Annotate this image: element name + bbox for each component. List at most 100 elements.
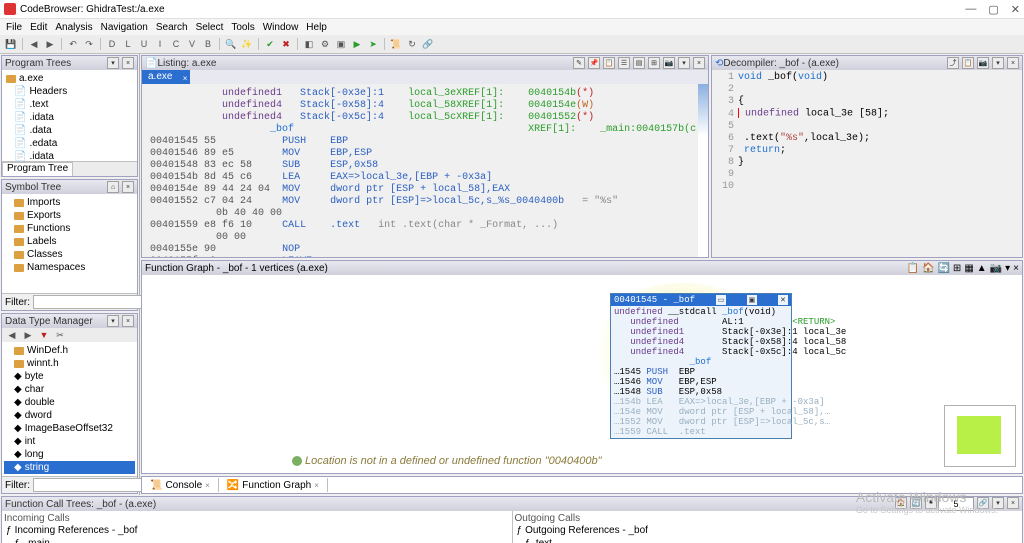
undo-icon[interactable]: ↶ [66,37,80,51]
close-icon[interactable]: × [1013,263,1019,274]
cursor-icon[interactable]: ✎ [573,57,585,69]
program-trees-body[interactable]: a.exe 📄Headers 📄.text 📄.idata 📄.data 📄.e… [2,70,137,161]
fg-refresh-icon[interactable]: 🔄 [937,263,949,274]
close-icon[interactable]: × [1007,497,1019,509]
gear-icon[interactable]: ⚙ [318,37,332,51]
nav-fwd-icon[interactable]: ▶ [43,37,57,51]
split-icon[interactable]: ⊞ [648,57,660,69]
marker-bar[interactable] [698,84,708,257]
check-icon[interactable]: ✔ [263,37,277,51]
dtm-body[interactable]: WinDef.h winnt.h ◆byte ◆char ◆double ◆dw… [2,342,137,476]
tag-b-icon[interactable]: B [201,37,215,51]
listing-file-tab[interactable]: a.exe× [142,70,190,84]
menu-icon[interactable]: ▾ [1005,263,1010,274]
save-icon[interactable]: 💾 [4,37,18,51]
menu-file[interactable]: File [6,22,22,33]
panel-menu-icon[interactable]: ▾ [107,57,119,69]
menu-tools[interactable]: Tools [231,22,254,33]
dec-export-icon[interactable]: ⤴ [947,57,959,69]
fg-snapshot-icon[interactable]: 📷 [990,263,1002,274]
close-icon[interactable]: × [693,57,705,69]
symbol-filter-input[interactable] [33,295,156,309]
menu-window[interactable]: Window [263,22,299,33]
tag-c-icon[interactable]: C [169,37,183,51]
dec-snapshot-icon[interactable]: 📷 [977,57,989,69]
console-tab[interactable]: 📜Console× [142,478,219,492]
node-collapse-icon[interactable]: ▭ [716,295,726,305]
dtm-fwd-icon[interactable]: ▶ [21,328,35,342]
function-graph-tab[interactable]: 🔀Function Graph× [219,478,328,492]
dtm-filter-input[interactable] [33,478,156,492]
tag-u-icon[interactable]: U [137,37,151,51]
program-trees-panel: Program Trees ▾ × a.exe 📄Headers 📄.text … [1,55,138,177]
dtm-back-icon[interactable]: ◀ [5,328,19,342]
snapshot-icon[interactable]: 📷 [663,57,675,69]
program-tree-tab[interactable]: Program Tree [2,162,73,176]
link-icon[interactable]: 🔗 [421,37,435,51]
script-icon[interactable]: 📜 [389,37,403,51]
menu-edit[interactable]: Edit [30,22,47,33]
list-icon[interactable]: ☰ [618,57,630,69]
node-close-icon[interactable]: ✕ [778,295,788,305]
function-graph-node[interactable]: 00401545 - _bof ▭ ▣ ✕ undefined __stdcal… [610,293,792,439]
symbol-tree-body[interactable]: Imports Exports Functions Labels Classes… [2,194,137,293]
menu-analysis[interactable]: Analysis [55,22,92,33]
window-minimize-button[interactable]: — [965,3,976,16]
decompiler-code[interactable]: 1void _bof(void)23{4 undefined local_3e … [712,70,1022,257]
cube-icon[interactable]: ◧ [302,37,316,51]
close-icon[interactable]: × [1007,57,1019,69]
window-close-button[interactable]: ✕ [1011,3,1020,16]
tag-l-icon[interactable]: L [121,37,135,51]
symbol-tree-title: Symbol Tree [5,182,61,193]
tag-i-icon[interactable]: I [153,37,167,51]
tag-d-icon[interactable]: D [105,37,119,51]
pin-icon[interactable]: 📌 [588,57,600,69]
incoming-calls-pane[interactable]: Incoming Calls ƒIncoming References - _b… [2,511,513,543]
play-icon[interactable]: ▶ [350,37,364,51]
menu-icon[interactable]: ▾ [992,57,1004,69]
nav-back-icon[interactable]: ◀ [27,37,41,51]
cancel-icon[interactable]: ✖ [279,37,293,51]
panel-close-icon[interactable]: × [122,315,134,327]
listing-panel: 📄 Listing: a.exe ✎ 📌 📋 ☰ ▤ ⊞ 📷 ▾ × [141,55,709,258]
refresh-icon[interactable]: ↻ [405,37,419,51]
fg-up-icon[interactable]: ▲ [977,263,987,274]
node-win-icon[interactable]: ▣ [747,295,757,305]
function-graph-canvas[interactable]: 00401545 - _bof ▭ ▣ ✕ undefined __stdcal… [142,275,1022,473]
decompiler-title: Decompiler: _bof - (a.exe) [723,58,839,69]
step-icon[interactable]: ➤ [366,37,380,51]
tag-v-icon[interactable]: V [185,37,199,51]
menu-search[interactable]: Search [156,22,188,33]
menu-icon[interactable]: ▾ [678,57,690,69]
outgoing-calls-pane[interactable]: Outgoing Calls ƒOutgoing References - _b… [513,511,1023,543]
redo-icon[interactable]: ↷ [82,37,96,51]
dec-copy-icon[interactable]: 📋 [962,57,974,69]
dtm-cut-icon[interactable]: ✂ [53,328,67,342]
menu-help[interactable]: Help [306,22,327,33]
wand-icon[interactable]: ✨ [240,37,254,51]
window-maximize-button[interactable]: ▢ [988,3,998,16]
panel-close-icon[interactable]: × [122,57,134,69]
panel-menu-icon[interactable]: ▾ [107,315,119,327]
close-icon[interactable]: × [314,481,319,490]
fg-nest-icon[interactable]: ▦ [964,263,973,274]
fg-copy-icon[interactable]: 📋 [907,263,919,274]
panel-close-icon[interactable]: × [122,181,134,193]
menu-select[interactable]: Select [196,22,224,33]
function-graph-title: Function Graph - _bof - 1 vertices (a.ex… [145,263,328,274]
dtm-filter-icon[interactable]: ▼ [37,328,51,342]
magnifier-icon[interactable]: 🔍 [224,37,238,51]
folder-icon [6,75,16,83]
fg-home-icon[interactable]: 🏠 [922,263,934,274]
listing-code[interactable]: undefined1 Stack[-0x3e]:1 local_3eXREF[1… [142,84,708,257]
panel-home-icon[interactable]: ⌂ [107,181,119,193]
function-graph-minimap[interactable] [944,405,1016,467]
fg-layout-icon[interactable]: ⊞ [953,263,961,274]
bug-icon[interactable]: ▣ [334,37,348,51]
listing-title: Listing: a.exe [157,58,216,69]
copy-icon[interactable]: 📋 [603,57,615,69]
marker-icon[interactable]: ▤ [633,57,645,69]
menu-navigation[interactable]: Navigation [101,22,148,33]
close-icon[interactable]: × [205,481,210,490]
window-titlebar: CodeBrowser: GhidraTest:/a.exe — ▢ ✕ [0,0,1024,19]
